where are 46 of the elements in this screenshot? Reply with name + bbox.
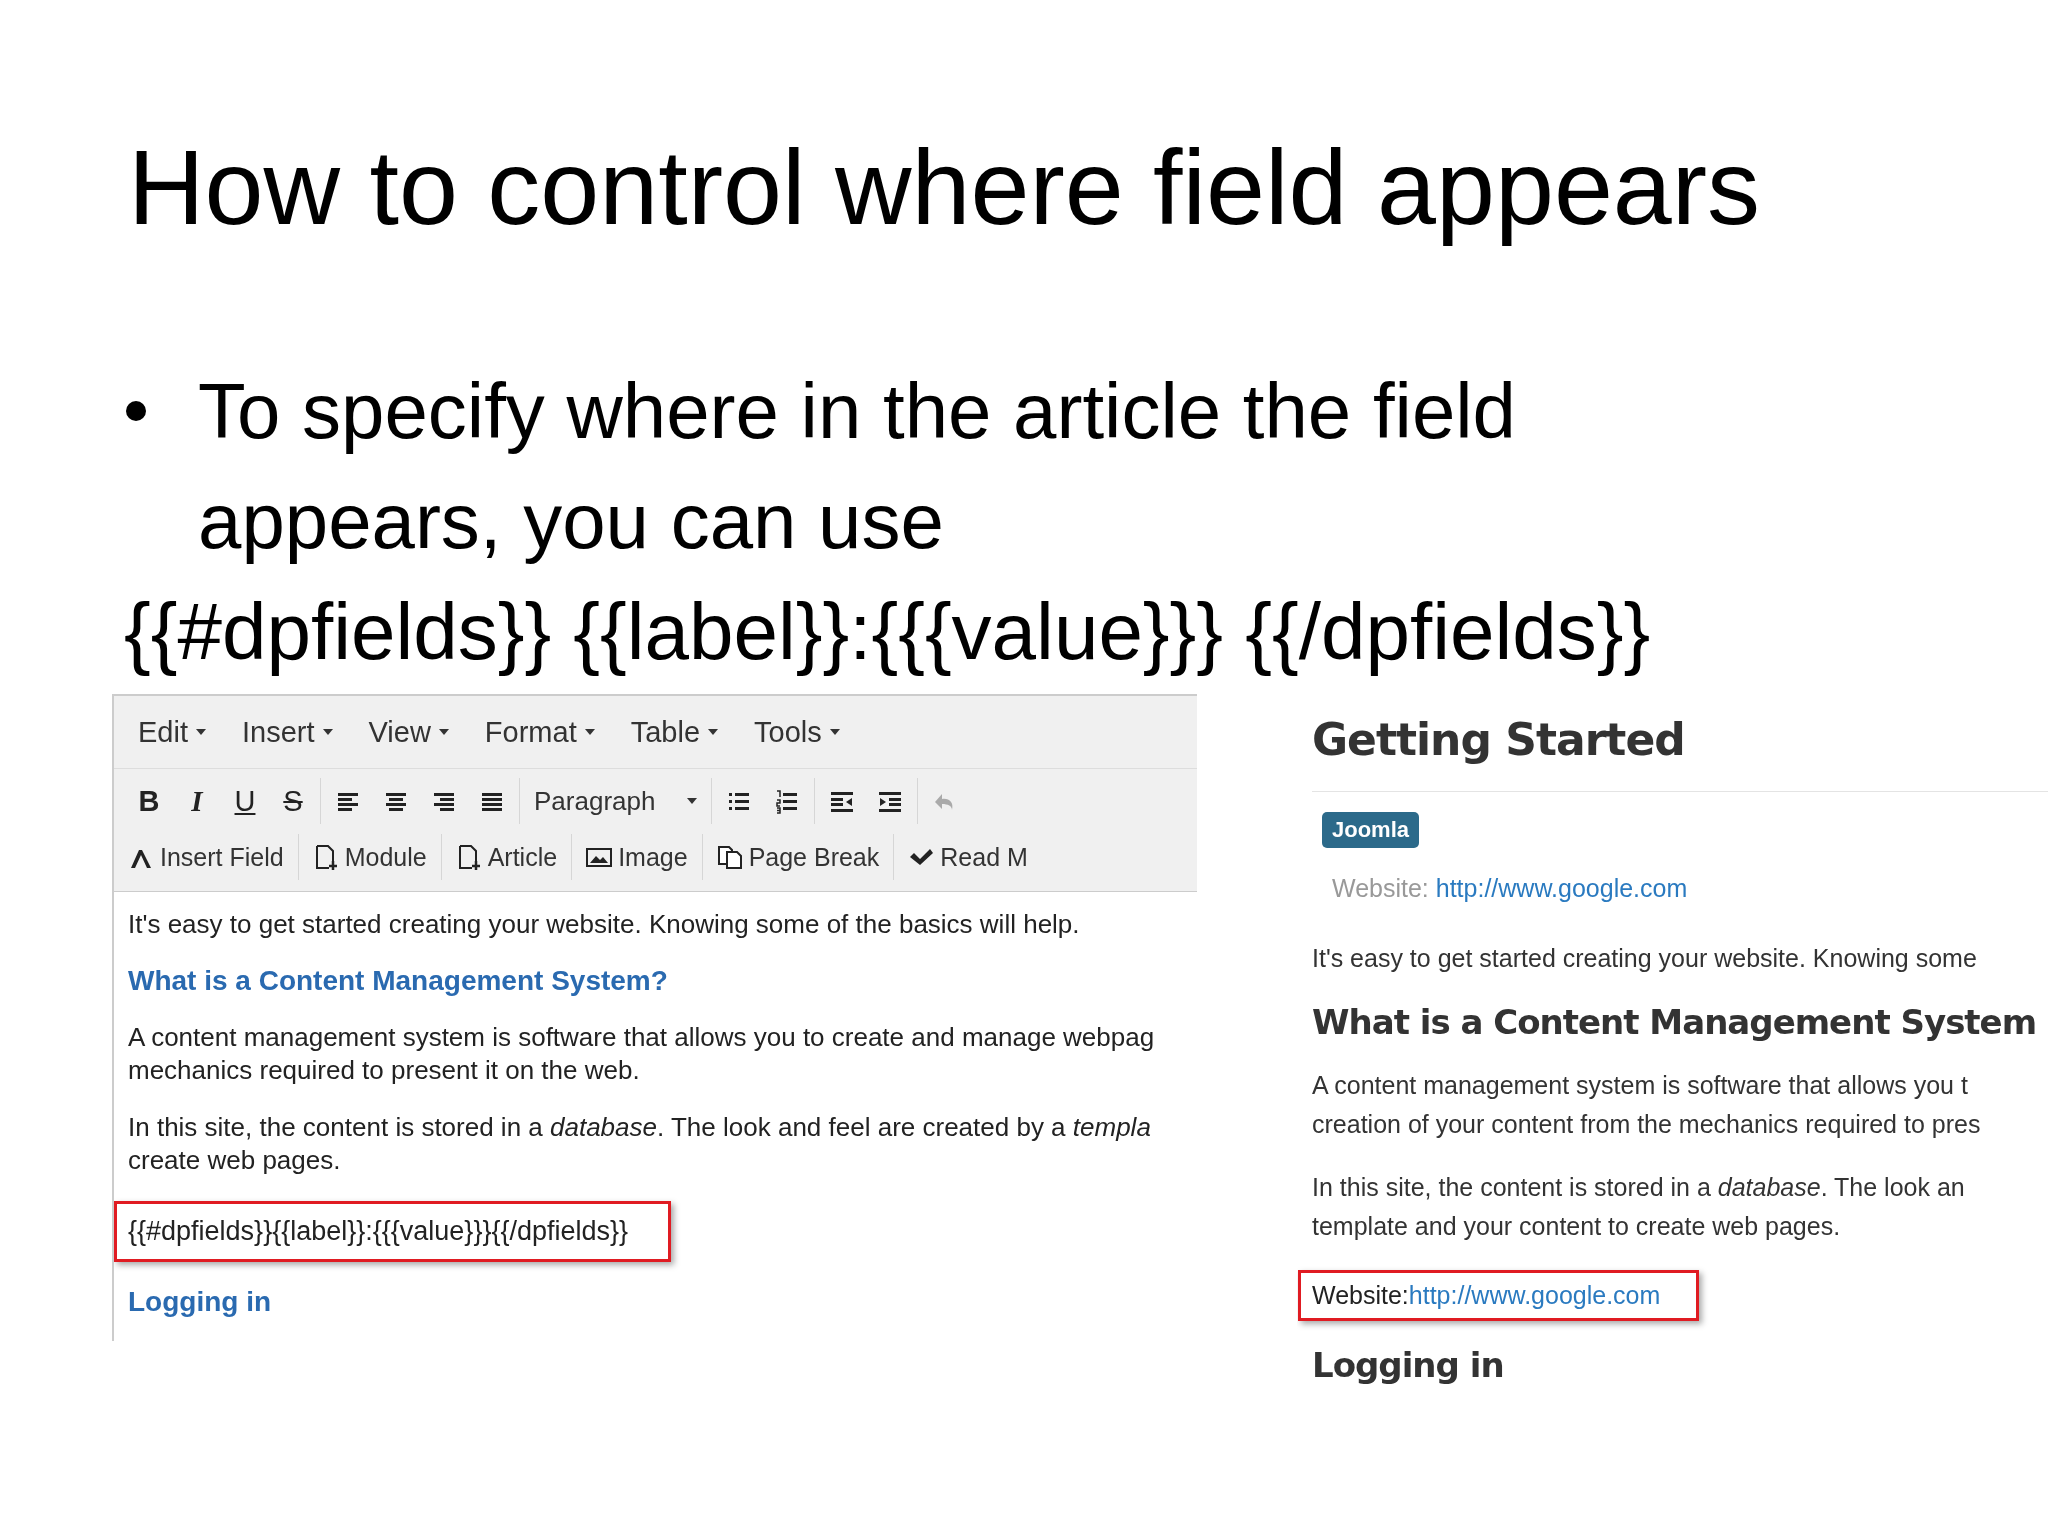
strike-button[interactable]: S: [280, 784, 306, 818]
slide-title: How to control where field appears: [128, 127, 1761, 248]
menu-item[interactable]: Insert: [242, 715, 333, 749]
heading: What is a Content Management System: [1312, 1002, 2038, 1043]
insert-image-button[interactable]: Image: [586, 842, 688, 872]
insert-article-button[interactable]: Article: [455, 842, 558, 872]
bullet-icon: [126, 401, 146, 422]
italic-button[interactable]: I: [184, 784, 210, 818]
caret-icon: [196, 729, 206, 736]
caret-icon: [438, 729, 449, 736]
caret-icon: [708, 729, 719, 736]
paragraph: In this site, the content is stored in a database. The look an template and your content to create web pages.: [1312, 1172, 1966, 1243]
paragraph: A content management system is software that allows you to create and manage webpag mechanics required to present it on the web.: [128, 1021, 1156, 1088]
insert-readmore-button[interactable]: Read M: [908, 842, 1028, 872]
page-title: Getting Started: [1312, 714, 1686, 766]
bold-button[interactable]: B: [136, 784, 162, 818]
website-link[interactable]: http://www.google.com: [1435, 874, 1688, 903]
block-format-dropdown[interactable]: Paragraph: [534, 785, 698, 817]
insert-module-button[interactable]: Module: [312, 842, 427, 872]
tag-badge: Joomla: [1322, 812, 1420, 849]
menu-item[interactable]: Format: [484, 715, 595, 749]
field-label: Website:: [1312, 1281, 1409, 1311]
menu-item[interactable]: View: [368, 715, 449, 749]
heading: What is a Content Management System?: [128, 965, 669, 998]
insert-pagebreak-button[interactable]: Page Break: [716, 842, 880, 872]
menu-item[interactable]: Edit: [138, 715, 206, 749]
code-line: {{#dpfields}} {{label}}:{{{value}}} {{/dpfields}}: [124, 586, 1651, 679]
field-label: Website:: [1332, 874, 1429, 903]
pages-icon: [716, 844, 743, 871]
highlighted-code: {{#dpfields}}{{label}}:{{{value}}}{{/dpfields}}: [114, 1201, 672, 1263]
underline-button[interactable]: U: [232, 784, 258, 818]
bullet-text: To specify where in the article the field appears, you can use: [198, 366, 1517, 568]
paragraph: It's easy to get started creating your website. Knowing some: [1312, 943, 1978, 975]
caret-icon: [584, 729, 595, 736]
heading: Logging in: [128, 1286, 273, 1319]
paragraph: A content management system is software that allows you t creation of your content from the mechanics required to pres: [1312, 1070, 1982, 1141]
menu-item[interactable]: Tools: [754, 715, 840, 749]
insert-field-button[interactable]: Insert Field: [128, 842, 284, 872]
heading: Logging in: [1312, 1345, 1505, 1386]
menu-item[interactable]: Table: [630, 715, 719, 749]
paragraph: In this site, the content is stored in a database. The look and feel are created by a templa create web pages.: [128, 1111, 1152, 1178]
caret-icon: [322, 729, 333, 736]
paragraph: It's easy to get started creating your website. Knowing some of the basics will help.: [128, 908, 1081, 942]
caret-icon: [829, 729, 840, 736]
website-link[interactable]: http://www.google.com: [1408, 1281, 1661, 1311]
caret-icon: [687, 798, 698, 805]
